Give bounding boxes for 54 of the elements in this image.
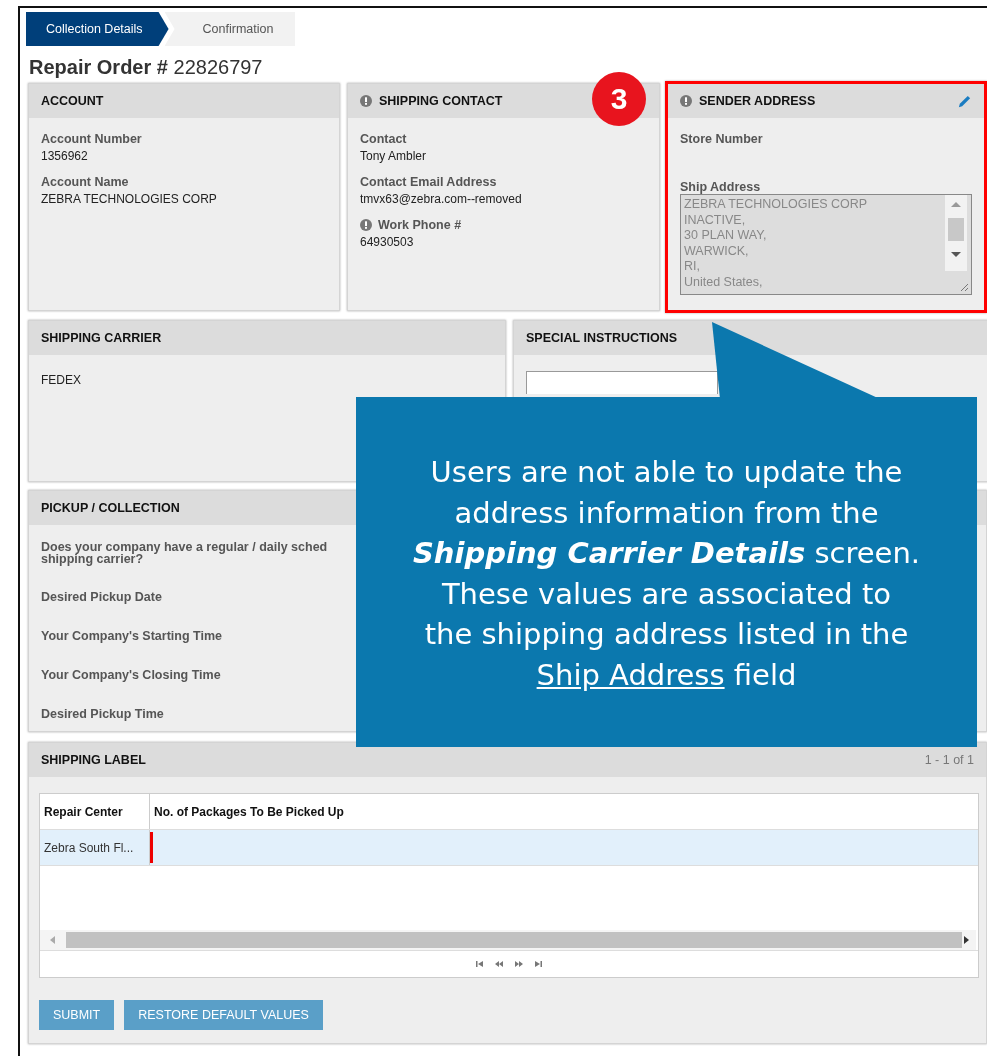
wizard-step[interactable]: Confirmation: [164, 12, 296, 46]
field-value: tmvx63@zebra.com--removed: [360, 192, 523, 206]
field-value: ZEBRA TECHNOLOGIES CORP: [41, 192, 218, 206]
field-value: 1356962: [41, 149, 89, 163]
field-label: Your Company's Starting Time: [41, 630, 222, 645]
previous-page-icon[interactable]: [494, 960, 504, 968]
field-label: Ship Address: [680, 180, 762, 194]
address-line: ZEBRA TECHNOLOGIES CORP: [684, 197, 869, 213]
field-label: Desired Pickup Date: [41, 591, 162, 606]
edit-icon[interactable]: [957, 93, 972, 109]
panel-heading: ACCOUNT: [41, 94, 104, 108]
wizard-step[interactable]: Collection Details: [26, 12, 169, 46]
address-line: WARWICK,: [684, 243, 750, 259]
panel-heading: SENDER ADDRESS: [699, 94, 816, 108]
address-line: 30 PLAN WAY,: [684, 228, 768, 244]
resize-grip-icon[interactable]: [959, 282, 969, 292]
column-header[interactable]: Repair Center: [40, 794, 150, 829]
address-line: United States,: [684, 274, 764, 290]
panel-heading: SHIPPING LABEL: [41, 753, 146, 767]
info-icon: [360, 95, 372, 107]
panel-heading: PICKUP / COLLECTION: [41, 501, 180, 515]
field-label: Does your company have a regular / daily sched shipping carrier?: [41, 541, 328, 568]
instructions-field[interactable]: [526, 371, 718, 394]
panel-heading: SHIPPING CARRIER: [41, 331, 162, 345]
field-label: Work Phone #: [378, 218, 462, 232]
info-icon: [360, 219, 372, 231]
next-page-icon[interactable]: [514, 960, 524, 968]
scrollbar-icon[interactable]: [945, 195, 967, 271]
field-label: Desired Pickup Time: [41, 708, 164, 723]
field-value: FEDEX: [41, 373, 82, 387]
field-label: Contact: [360, 132, 407, 146]
record-count: 1 - 1 of 1: [924, 753, 974, 767]
field-label: Contact Email Address: [360, 175, 497, 189]
first-page-icon[interactable]: [476, 960, 484, 968]
link-text[interactable]: Ship Address: [536, 657, 725, 692]
info-icon: [680, 95, 692, 107]
field-value: 64930503: [360, 235, 415, 249]
field-label: Account Name: [41, 175, 130, 189]
panel-heading: SHIPPING CONTACT: [379, 94, 503, 108]
field-value: Tony Ambler: [360, 149, 428, 163]
page-title: Repair Order # 22826797: [29, 56, 264, 79]
panel-heading: SPECIAL INSTRUCTIONS: [526, 331, 678, 345]
table-cell: Zebra South Fl...: [40, 830, 150, 865]
table-row[interactable]: Zebra South Fl...: [40, 830, 978, 866]
address-line: RI,: [684, 259, 701, 275]
field-label: Store Number: [680, 132, 764, 146]
column-header[interactable]: No. of Packages To Be Picked Up: [150, 794, 348, 829]
last-page-icon[interactable]: [534, 960, 542, 968]
step-badge: 3: [592, 72, 646, 126]
address-line: INACTIVE,: [684, 212, 747, 228]
field-label: Account Number: [41, 132, 143, 146]
field-label: Your Company's Closing Time: [41, 669, 221, 684]
scrollbar-icon[interactable]: [40, 930, 976, 950]
callout-box: Users are not able to update the address information from the Shipping Carrier Details screen. These values are associated to the shipping address listed in the Ship Address field: [356, 397, 977, 747]
